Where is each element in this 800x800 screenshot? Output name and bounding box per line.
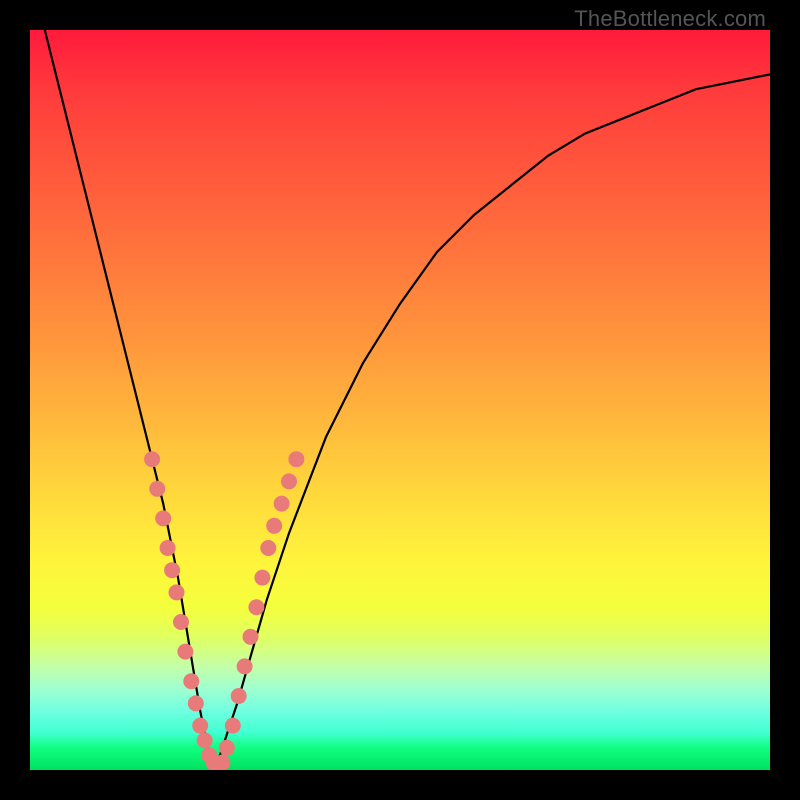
data-marker: [254, 570, 270, 586]
data-marker: [260, 540, 276, 556]
data-marker: [274, 496, 290, 512]
data-marker: [192, 718, 208, 734]
watermark-text: TheBottleneck.com: [574, 6, 766, 32]
data-marker: [169, 584, 185, 600]
data-marker: [188, 695, 204, 711]
data-marker: [201, 747, 217, 763]
data-marker: [164, 562, 180, 578]
data-marker: [281, 473, 297, 489]
data-marker: [149, 481, 165, 497]
data-marker: [243, 629, 259, 645]
data-marker: [206, 755, 222, 770]
data-marker: [183, 673, 199, 689]
data-marker: [248, 599, 264, 615]
data-marker: [160, 540, 176, 556]
data-marker: [155, 510, 171, 526]
data-marker: [173, 614, 189, 630]
data-markers: [144, 451, 304, 770]
data-marker: [266, 518, 282, 534]
data-marker: [219, 740, 235, 756]
chart-frame: TheBottleneck.com: [0, 0, 800, 800]
data-marker: [214, 755, 230, 770]
data-marker: [210, 758, 226, 770]
curve-overlay: [30, 30, 770, 770]
data-marker: [225, 718, 241, 734]
data-marker: [197, 732, 213, 748]
plot-area: [30, 30, 770, 770]
data-marker: [177, 644, 193, 660]
data-marker: [237, 658, 253, 674]
bottleneck-curve: [45, 30, 770, 770]
data-marker: [288, 451, 304, 467]
data-marker: [231, 688, 247, 704]
data-marker: [144, 451, 160, 467]
